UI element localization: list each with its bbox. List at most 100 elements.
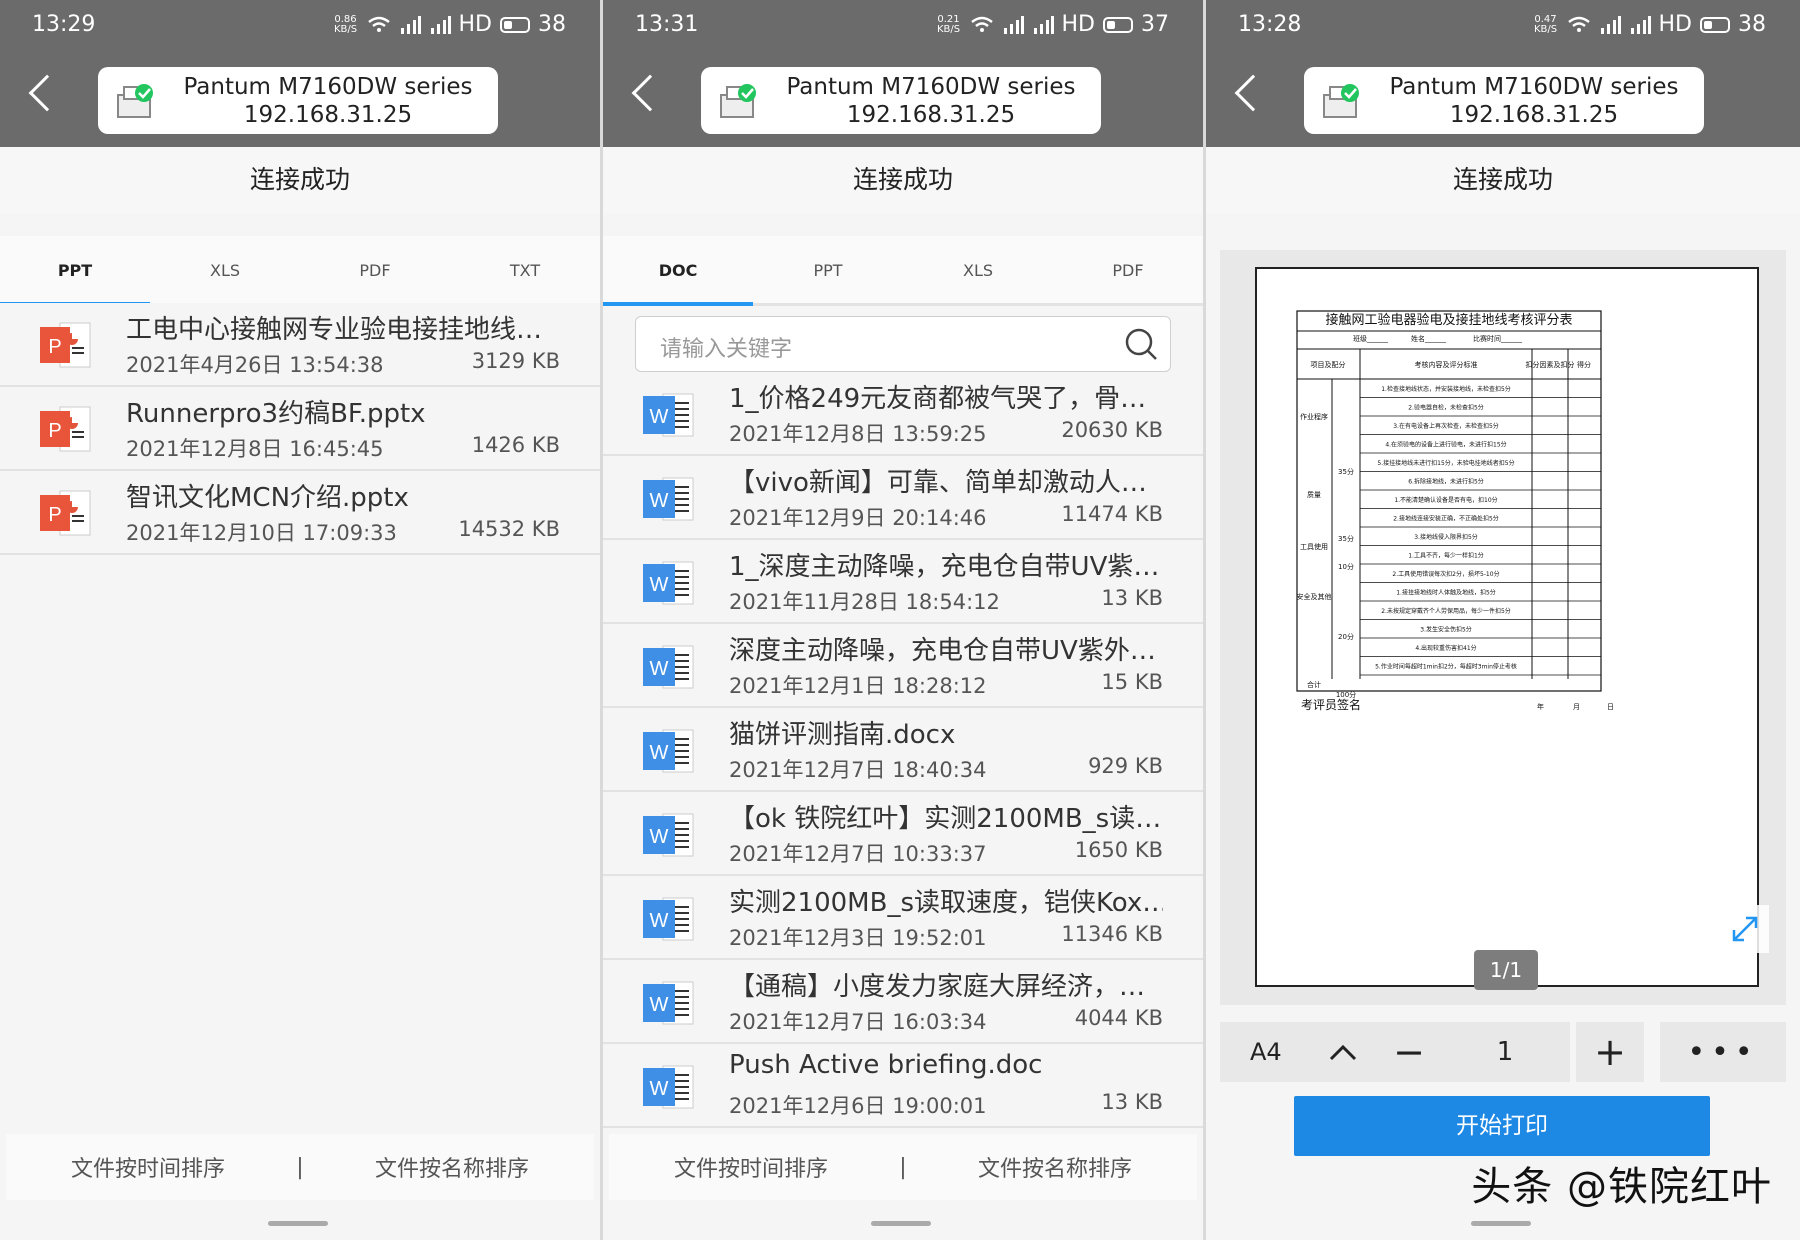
- print-options: A4 − 1 + •••: [1220, 1022, 1786, 1082]
- tab-doc[interactable]: DOC: [603, 236, 753, 306]
- doc-section-score: 10分: [1338, 562, 1354, 571]
- status-time: 13:29: [32, 12, 96, 37]
- sort-by-name-button[interactable]: 文件按名称排序: [913, 1151, 1197, 1183]
- page-indicator: 1/1: [1474, 950, 1538, 990]
- tab-xls[interactable]: XLS: [150, 236, 300, 303]
- wifi-icon: [970, 16, 993, 32]
- gesture-bar[interactable]: [268, 1221, 328, 1226]
- list-item[interactable]: W 【vivo新闻】可靠、简单却激动人… 2021年12月9日 20:14:46 11…: [603, 456, 1203, 540]
- search-icon[interactable]: [1124, 327, 1158, 361]
- printer-card[interactable]: Pantum M7160DW series 192.168.31.25: [98, 67, 498, 134]
- signal-icon: [430, 15, 451, 34]
- list-item[interactable]: W 猫饼评测指南.docx 2021年12月7日 18:40:34 929 KB: [603, 708, 1203, 792]
- list-item[interactable]: W 实测2100MB_s读取速度，铠侠Kox… 2021年12月3日 19:52:0…: [603, 876, 1203, 960]
- file-date: 2021年12月7日 10:33:37: [729, 842, 987, 866]
- doc-section: 合计: [1307, 680, 1321, 689]
- sort-by-name-button[interactable]: 文件按名称排序: [310, 1151, 594, 1183]
- printer-card[interactable]: Pantum M7160DW series 192.168.31.25: [701, 67, 1101, 134]
- file-name: 实测2100MB_s读取速度，铠侠Kox…: [729, 888, 1163, 918]
- svg-text:W: W: [650, 1078, 669, 1100]
- document-page: 接触网工验电器验电及接挂地线考核评分表 班级______ 姓名______ 比赛时间_…: [1255, 267, 1759, 987]
- file-list: W 1_价格249元友商都被气哭了，骨… 2021年12月8日 13:59:25 20…: [603, 372, 1203, 1128]
- sort-by-time-button[interactable]: 文件按时间排序: [6, 1151, 290, 1183]
- sort-bar: 文件按时间排序 | 文件按名称排序: [609, 1134, 1197, 1200]
- word-file-icon: W: [643, 477, 694, 521]
- file-browser: PPT XLS PDF TXT 请输入关键字 P 工电中心接触网专业验电接挂地线…: [0, 236, 600, 1170]
- doc-row: 1.接挂接地线时人体触及地线，扣5分: [1396, 589, 1496, 597]
- doc-section: 质量: [1307, 490, 1321, 499]
- tab-ppt[interactable]: PPT: [0, 236, 150, 306]
- screen-doc-list: 13:31 0.21 KB/S HD 37 Pantum M7160DW seri…: [603, 0, 1203, 1240]
- doc-row: 4.在须验电的设备上进行验电，未进行扣15分: [1385, 441, 1506, 449]
- doc-info: 班级______: [1353, 334, 1389, 343]
- list-item[interactable]: P Runnerpro3约稿BF.pptx 2021年12月8日 16:45:4…: [0, 387, 600, 471]
- file-size: 929 KB: [1088, 754, 1163, 778]
- doc-header: 扣分因素及扣分: [1526, 360, 1575, 369]
- doc-row: 2.工具使用错误每次扣2分，损坏5-10分: [1392, 570, 1499, 578]
- printer-info: Pantum M7160DW series 192.168.31.25: [771, 73, 1091, 129]
- battery-level: 38: [1738, 12, 1766, 37]
- tab-pdf[interactable]: PDF: [1053, 236, 1203, 303]
- file-size: 13 KB: [1101, 1090, 1163, 1114]
- start-print-button[interactable]: 开始打印: [1294, 1096, 1710, 1156]
- file-date: 2021年12月6日 19:00:01: [729, 1094, 987, 1118]
- status-bar: 13:31 0.21 KB/S HD 37: [603, 0, 1203, 52]
- status-bar: 13:28 0.47 KB/S HD 38: [1206, 0, 1800, 52]
- word-file-icon: W: [643, 813, 694, 857]
- file-date: 2021年12月10日 17:09:33: [126, 521, 397, 545]
- printer-card[interactable]: Pantum M7160DW series 192.168.31.25: [1304, 67, 1704, 134]
- doc-row: 4.出现较重伤害扣41分: [1415, 644, 1476, 652]
- copies-field[interactable]: 1: [1440, 1022, 1570, 1082]
- status-time: 13:28: [1238, 12, 1302, 37]
- gesture-bar[interactable]: [871, 1221, 931, 1226]
- doc-section: 安全及其他: [1297, 592, 1332, 601]
- list-item[interactable]: P 智讯文化MCN介绍.pptx 2021年12月10日 17:09:33 14…: [0, 471, 600, 555]
- list-item[interactable]: W 深度主动降噪，充电仓自带UV紫外… 2021年12月1日 18:28:12 15 …: [603, 624, 1203, 708]
- expand-icon[interactable]: [1720, 904, 1770, 954]
- printer-info: Pantum M7160DW series 192.168.31.25: [168, 73, 488, 129]
- tab-pdf[interactable]: PDF: [300, 236, 450, 303]
- file-date: 2021年12月9日 20:14:46: [729, 506, 987, 530]
- doc-row: 5.作业时间每超时1min扣2分，每超时3min停止考核: [1375, 663, 1517, 671]
- chevron-up-icon: [1329, 1044, 1357, 1061]
- doc-section-score: 35分: [1338, 534, 1354, 543]
- ppt-file-icon: P: [40, 490, 91, 536]
- tab-xls[interactable]: XLS: [903, 236, 1053, 303]
- sort-by-time-button[interactable]: 文件按时间排序: [609, 1151, 893, 1183]
- signal-icon: [1033, 15, 1054, 34]
- search-input[interactable]: 请输入关键字: [635, 316, 1171, 372]
- doc-section-score: 35分: [1338, 467, 1354, 476]
- more-options-button[interactable]: •••: [1660, 1022, 1786, 1082]
- back-button[interactable]: [28, 74, 66, 112]
- file-name: 智讯文化MCN介绍.pptx: [126, 483, 409, 513]
- battery-level: 37: [1141, 12, 1169, 37]
- back-button[interactable]: [631, 74, 669, 112]
- file-date: 2021年4月26日 13:54:38: [126, 353, 384, 377]
- file-size: 11346 KB: [1061, 922, 1163, 946]
- decrease-copies-button[interactable]: −: [1372, 1022, 1446, 1082]
- back-button[interactable]: [1234, 74, 1272, 112]
- doc-header: 考核内容及评分标准: [1415, 360, 1478, 369]
- printer-ip: 192.168.31.25: [846, 102, 1016, 128]
- file-list: P 工电中心接触网专业验电接挂地线… 2021年4月26日 13:54:38 3…: [0, 303, 600, 555]
- list-item[interactable]: W 【ok 铁院红叶】实测2100MB_s读… 2021年12月7日 10:33:3…: [603, 792, 1203, 876]
- list-item[interactable]: W 【通稿】小度发力家庭大屏经济，… 2021年12月7日 16:03:34 4044…: [603, 960, 1203, 1044]
- tab-txt[interactable]: TXT: [450, 236, 600, 303]
- doc-row: 3.接地线侵入限界扣5分: [1414, 533, 1478, 541]
- word-file-icon: W: [643, 897, 694, 941]
- increase-copies-button[interactable]: +: [1576, 1022, 1644, 1082]
- file-browser: DOC PPT XLS PDF 请输入关键字 W 1_价格249元友商都被气哭了，…: [603, 236, 1203, 1170]
- word-file-icon: W: [643, 645, 694, 689]
- list-item[interactable]: W 1_深度主动降噪，充电仓自带UV紫… 2021年11月28日 18:54:12 1…: [603, 540, 1203, 624]
- gesture-bar[interactable]: [1471, 1221, 1531, 1226]
- list-item[interactable]: W Push Active briefing.doc 2021年12月6日 19:0…: [603, 1044, 1203, 1128]
- file-name: 工电中心接触网专业验电接挂地线…: [126, 315, 543, 345]
- doc-row: 6.拆除接地线，未进行扣5分: [1408, 478, 1484, 486]
- tab-ppt[interactable]: PPT: [753, 236, 903, 303]
- doc-row: 1.不能清楚确认设备是否有电，扣10分: [1394, 496, 1497, 504]
- hd-label: HD: [458, 12, 492, 37]
- list-item[interactable]: W 1_价格249元友商都被气哭了，骨… 2021年12月8日 13:59:25 20…: [603, 372, 1203, 456]
- paper-size-select[interactable]: A4: [1220, 1022, 1372, 1082]
- list-item[interactable]: P 工电中心接触网专业验电接挂地线… 2021年4月26日 13:54:38 3…: [0, 303, 600, 387]
- file-type-tabs: PPT XLS PDF TXT: [0, 236, 600, 306]
